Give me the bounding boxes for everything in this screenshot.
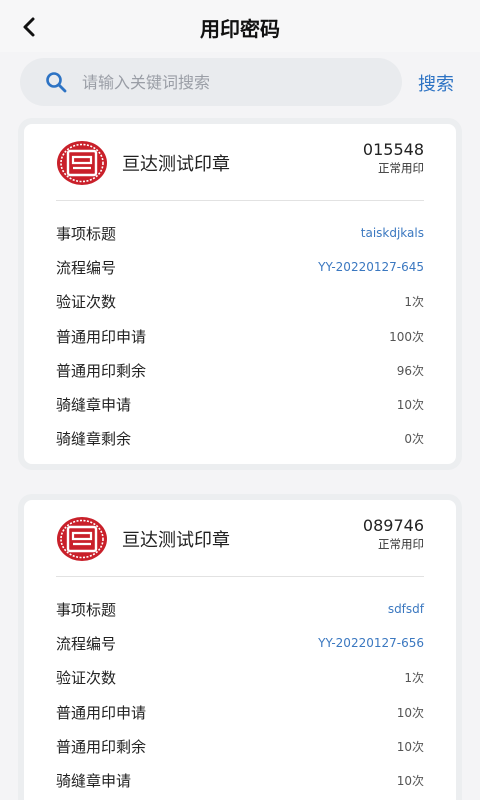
seal-number: 015548 [362,140,424,159]
detail-list: 事项标题 taiskdjkals 流程编号 YY-20220127-645 验证… [56,216,424,456]
detail-row: 流程编号 YY-20220127-645 [56,250,424,284]
detail-row: 事项标题 sdfsdf [56,592,424,626]
detail-row: 验证次数 1次 [56,661,424,695]
search-box[interactable] [20,58,402,106]
row-label: 普通用印申请 [56,327,147,346]
seal-name: 亘达测试印章 [122,530,230,551]
row-label: 验证次数 [56,293,117,312]
top-bar: 用印密码 [0,0,480,52]
row-label: 骑缝章剩余 [56,430,132,449]
detail-row: 普通用印申请 100次 [56,319,424,353]
row-value: 1次 [404,671,424,686]
seal-name: 亘达测试印章 [122,154,230,175]
detail-row: 普通用印剩余 10次 [56,729,424,763]
row-value: taiskdjkals [360,226,424,241]
row-value: sdfsdf [387,602,424,617]
card-header: 亘达测试印章 089746 正常用印 [24,500,456,576]
detail-row: 验证次数 1次 [56,285,424,319]
row-label: 普通用印剩余 [56,737,147,756]
detail-list: 事项标题 sdfsdf 流程编号 YY-20220127-656 验证次数 1次… [56,592,424,798]
seal-card[interactable]: 亘达测试印章 089746 正常用印 事项标题 sdfsdf 流程编号 YY-2… [18,494,462,800]
row-label: 普通用印剩余 [56,361,147,380]
page-title: 用印密码 [200,17,280,41]
detail-row: 流程编号 YY-20220127-656 [56,626,424,660]
search-bar: 搜索 [0,56,480,108]
row-value: YY-20220127-645 [318,260,424,275]
row-label: 流程编号 [56,634,117,653]
seal-type-badge: 正常用印 [378,537,424,551]
row-value: 10次 [396,739,424,754]
seal-card[interactable]: 亘达测试印章 015548 正常用印 事项标题 taiskdjkals 流程编号… [18,118,462,470]
row-value: 10次 [396,774,424,789]
row-value: YY-20220127-656 [318,636,424,651]
search-input[interactable] [82,58,392,106]
search-button[interactable]: 搜索 [418,70,454,96]
detail-row: 普通用印申请 10次 [56,695,424,729]
row-label: 流程编号 [56,258,117,277]
row-value: 0次 [404,432,424,447]
search-icon [46,72,67,93]
row-label: 骑缝章申请 [56,772,132,791]
row-value: 96次 [396,363,424,378]
row-value: 1次 [404,295,424,310]
detail-row: 骑缝章申请 10次 [56,763,424,797]
row-value: 10次 [396,398,424,413]
seal-type-badge: 正常用印 [378,161,424,175]
seal-number: 089746 [362,516,424,535]
row-label: 验证次数 [56,669,117,688]
row-label: 事项标题 [56,224,117,243]
detail-row: 骑缝章剩余 0次 [56,422,424,456]
detail-row: 事项标题 taiskdjkals [56,216,424,250]
detail-row: 普通用印剩余 96次 [56,353,424,387]
row-label: 事项标题 [56,600,117,619]
row-value: 10次 [396,705,424,720]
divider [56,576,424,577]
seal-stamp-icon [57,141,107,185]
row-value: 100次 [389,329,424,344]
card-header: 亘达测试印章 015548 正常用印 [24,124,456,200]
row-label: 骑缝章申请 [56,396,132,415]
detail-row: 骑缝章申请 10次 [56,387,424,421]
divider [56,200,424,201]
row-label: 普通用印申请 [56,703,147,722]
seal-stamp-icon [57,517,107,561]
